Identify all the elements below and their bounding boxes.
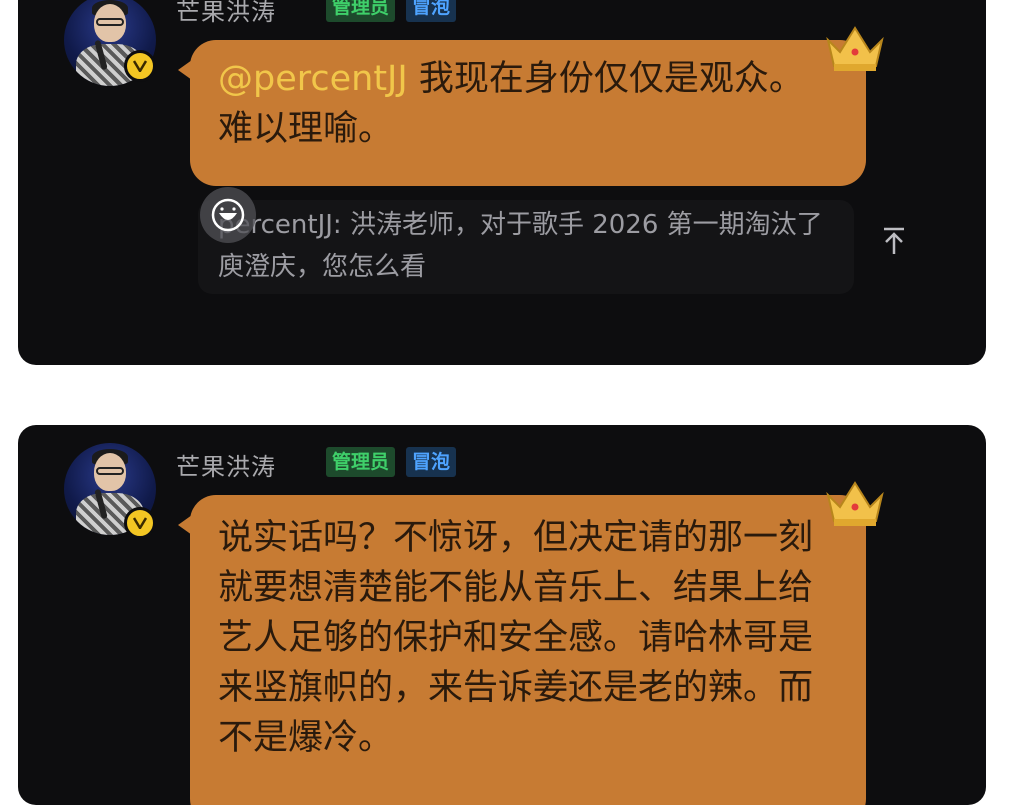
admin-tag: 管理员 — [326, 0, 396, 22]
admin-tag: 管理员 — [326, 447, 396, 477]
bubble-tag: 冒泡 — [406, 0, 457, 22]
comment-card-2: 芒果洪涛 管理员 冒泡 说实话吗？不惊讶，但决定请的那一刻就要想清楚能不能从音乐… — [18, 425, 986, 805]
message-bubble[interactable]: 说实话吗？不惊讶，但决定请的那一刻就要想清楚能不能从音乐上、结果上给艺人足够的保… — [178, 495, 866, 805]
message-bubble[interactable]: @percentJJ 我现在身份仅仅是观众。难以理喻。 — [178, 40, 866, 186]
verified-badge-icon — [124, 507, 156, 539]
message-text: 说实话吗？不惊讶，但决定请的那一刻就要想清楚能不能从音乐上、结果上给艺人足够的保… — [218, 518, 814, 758]
emoji-icon[interactable] — [200, 187, 256, 243]
quoted-reply[interactable]: percentJJ: 洪涛老师，对于歌手 2026 第一期淘汰了庾澄庆，您怎么看 — [198, 200, 854, 294]
crown-icon — [826, 481, 884, 526]
bubble-tag: 冒泡 — [406, 447, 457, 477]
arrow-up-icon[interactable] — [880, 226, 908, 256]
mention-link[interactable]: @percentJJ — [218, 59, 408, 99]
comment-card-1: 芒果洪涛 管理员 冒泡 @percentJJ 我现在身份仅仅是观众。难以理喻。 … — [18, 0, 986, 365]
username[interactable]: 芒果洪涛 — [176, 447, 276, 482]
username[interactable]: 芒果洪涛 — [176, 0, 276, 27]
crown-icon — [826, 26, 884, 71]
verified-badge-icon — [124, 50, 156, 82]
